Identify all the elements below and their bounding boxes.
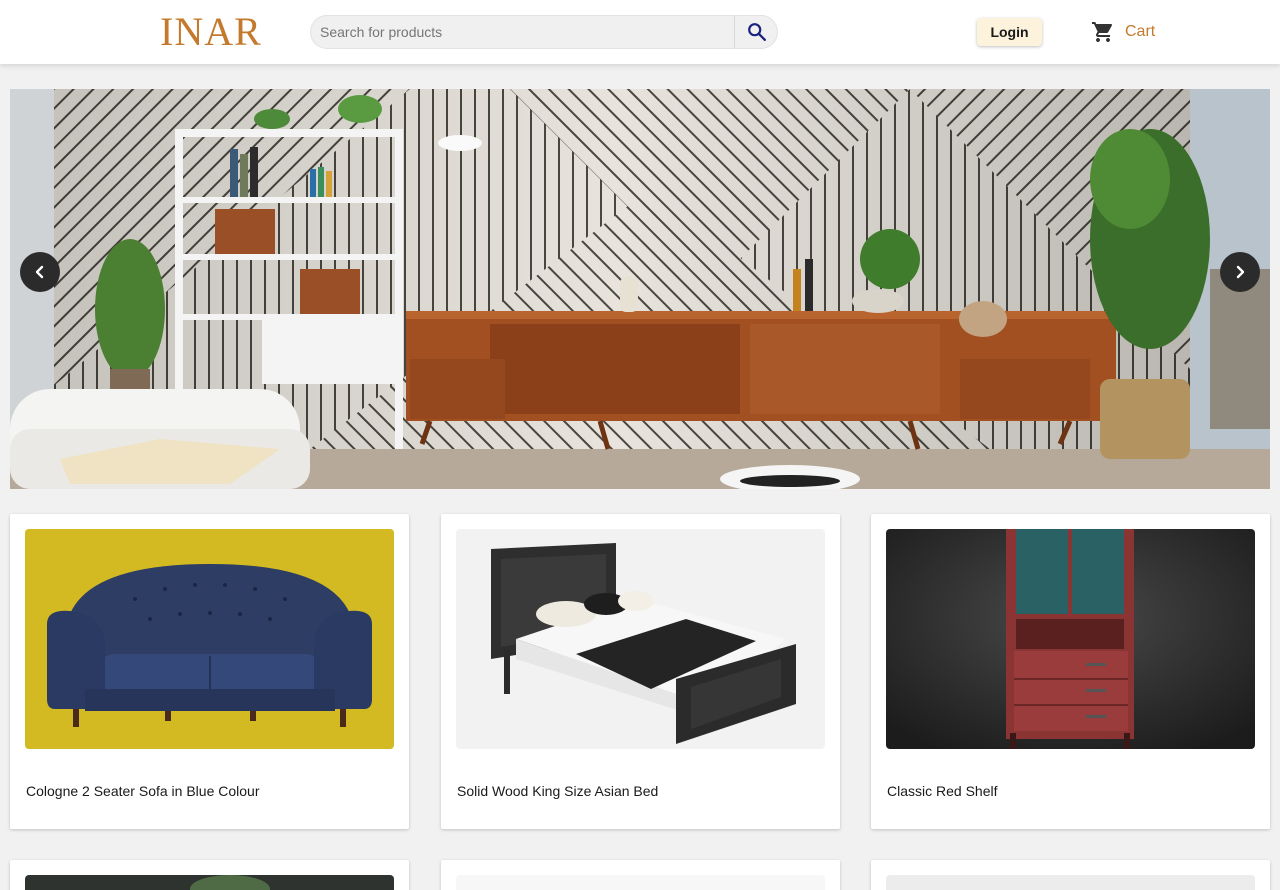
product-card[interactable]: Cologne 2 Seater Sofa in Blue Colour: [10, 514, 409, 829]
product-image-sofa: [25, 529, 394, 749]
product-image-shelf: [886, 529, 1255, 749]
cart-label: Cart: [1125, 23, 1156, 40]
carousel-next-button[interactable]: [1220, 252, 1260, 292]
product-card[interactable]: [10, 860, 409, 890]
logo-text: INAR: [160, 9, 262, 54]
search-button[interactable]: [734, 16, 777, 48]
chevron-left-icon: [35, 265, 44, 279]
search-icon: [747, 23, 766, 41]
top-header: INAR Login Cart: [0, 0, 1280, 64]
product-image: [456, 875, 825, 890]
product-name[interactable]: Classic Red Shelf: [887, 783, 998, 799]
product-name[interactable]: Cologne 2 Seater Sofa in Blue Colour: [26, 783, 259, 799]
product-card[interactable]: [441, 860, 840, 890]
product-image: [886, 875, 1255, 890]
chevron-right-icon: [1236, 265, 1245, 279]
shopping-cart-icon: [1092, 22, 1113, 42]
cart-link[interactable]: Cart: [1091, 20, 1155, 44]
hero-banner-image: [10, 89, 1270, 489]
login-button[interactable]: Login: [977, 18, 1042, 46]
product-card[interactable]: [871, 860, 1270, 890]
product-image: [25, 875, 394, 890]
search-input[interactable]: [311, 16, 734, 48]
product-name[interactable]: Solid Wood King Size Asian Bed: [457, 783, 658, 799]
carousel-prev-button[interactable]: [20, 252, 60, 292]
product-image-bed: [456, 529, 825, 749]
hero-carousel[interactable]: [10, 89, 1270, 489]
brand-logo[interactable]: INAR: [160, 11, 262, 53]
product-card[interactable]: Classic Red Shelf: [871, 514, 1270, 829]
search-bar: [310, 15, 778, 49]
product-card[interactable]: Solid Wood King Size Asian Bed: [441, 514, 840, 829]
